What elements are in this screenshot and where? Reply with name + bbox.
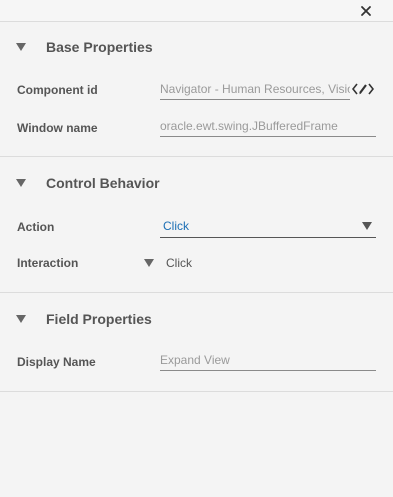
title-bar [0, 0, 393, 22]
dropdown-triangle-icon [144, 259, 154, 267]
control-behavior-header[interactable]: Control Behavior [16, 173, 160, 193]
edit-code-icon[interactable] [352, 80, 374, 98]
interaction-toggle[interactable]: Click [144, 256, 192, 270]
display-name-value: Expand View [160, 353, 230, 367]
collapse-triangle-icon [16, 43, 26, 51]
action-value: Click [163, 219, 189, 233]
section-title: Field Properties [46, 311, 152, 327]
interaction-value: Click [166, 256, 192, 270]
base-properties-header[interactable]: Base Properties [16, 37, 153, 57]
window-name-label: Window name [17, 121, 98, 135]
field-properties-header[interactable]: Field Properties [16, 309, 152, 329]
collapse-triangle-icon [16, 179, 26, 187]
close-icon[interactable] [357, 2, 375, 20]
section-title: Base Properties [46, 39, 153, 55]
collapse-triangle-icon [16, 315, 26, 323]
component-id-value: Navigator - Human Resources, Visio [160, 82, 350, 96]
field-properties-section: Field Properties [0, 293, 393, 392]
action-label: Action [17, 220, 55, 234]
window-name-field[interactable]: oracle.ewt.swing.JBufferedFrame [160, 117, 376, 137]
window-name-value: oracle.ewt.swing.JBufferedFrame [160, 119, 338, 133]
section-title: Control Behavior [46, 175, 160, 191]
dropdown-arrow-icon [362, 222, 372, 230]
action-select[interactable]: Click [160, 216, 376, 238]
interaction-label: Interaction [17, 256, 79, 270]
component-id-field[interactable]: Navigator - Human Resources, Visio [160, 80, 350, 100]
component-id-label: Component id [17, 83, 98, 97]
display-name-label: Display Name [17, 355, 96, 369]
display-name-field[interactable]: Expand View [160, 351, 376, 371]
